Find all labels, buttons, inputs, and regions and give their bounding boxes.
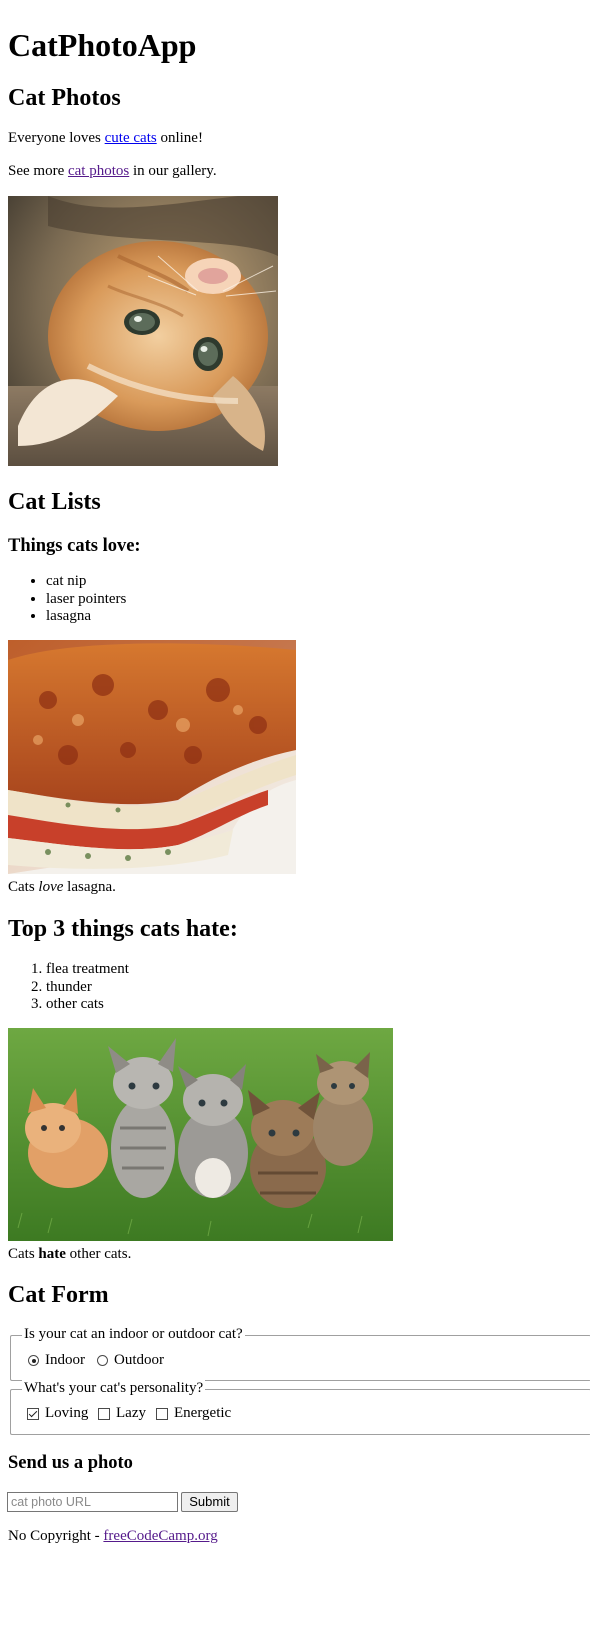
lasagna-caption: Cats love lasagna. — [8, 878, 116, 896]
lazy-checkbox-option[interactable]: Lazy — [98, 1405, 146, 1422]
things-cats-hate-heading: Top 3 things cats hate: — [8, 916, 238, 942]
loving-checkbox[interactable] — [27, 1407, 39, 1420]
intro-text-after: online! — [156, 130, 203, 146]
lazy-label: Lazy — [116, 1405, 146, 1421]
hate-list-item: flea treatment — [46, 961, 129, 979]
cat-photos-link[interactable]: cat photos — [68, 163, 129, 179]
lasagna-caption-before: Cats — [8, 879, 39, 895]
lasagna-image — [8, 640, 296, 874]
indoor-radio[interactable] — [28, 1355, 39, 1366]
kittens-caption-strong: hate — [38, 1246, 66, 1262]
kittens-image-graphic — [8, 1028, 393, 1241]
outdoor-label: Outdoor — [114, 1352, 164, 1368]
indoor-radio-option[interactable]: Indoor — [28, 1352, 85, 1369]
love-list-item: lasagna — [46, 608, 126, 626]
kittens-image — [8, 1028, 393, 1241]
footer-prefix: No Copyright - — [8, 1528, 104, 1544]
kittens-caption-after: other cats. — [65, 1246, 132, 1262]
app-title: CatPhotoApp — [8, 27, 197, 63]
gallery-paragraph: See more cat photos in our gallery. — [8, 162, 217, 180]
indoor-label: Indoor — [45, 1352, 85, 1368]
kittens-caption: Cats hate other cats. — [8, 1245, 131, 1263]
things-cats-love-list: cat nip laser pointers lasagna — [8, 573, 126, 626]
cute-cats-link[interactable]: cute cats — [105, 130, 157, 146]
gallery-text-after: in our gallery. — [129, 163, 217, 179]
love-list-item: cat nip — [46, 573, 126, 591]
personality-legend: What's your cat's personality? — [22, 1380, 206, 1397]
cat-photo-url-input[interactable] — [7, 1492, 178, 1512]
energetic-checkbox-option[interactable]: Energetic — [156, 1405, 231, 1422]
kitten-image-graphic — [8, 196, 278, 466]
cat-photos-heading: Cat Photos — [8, 85, 121, 111]
kitten-image[interactable] — [8, 196, 278, 466]
kittens-caption-before: Cats — [8, 1246, 39, 1262]
lasagna-caption-after: lasagna. — [63, 879, 116, 895]
things-cats-love-heading: Things cats love: — [8, 536, 141, 556]
intro-paragraph: Everyone loves cute cats online! — [8, 129, 203, 147]
submit-button[interactable]: Submit — [181, 1492, 238, 1512]
energetic-label: Energetic — [174, 1405, 232, 1421]
indoor-outdoor-legend: Is your cat an indoor or outdoor cat? — [22, 1326, 245, 1343]
loving-label: Loving — [45, 1405, 89, 1421]
loving-checkbox-option[interactable]: Loving — [27, 1405, 88, 1422]
footer: No Copyright - freeCodeCamp.org — [8, 1527, 218, 1545]
lazy-checkbox[interactable] — [98, 1407, 110, 1420]
gallery-text-before: See more — [8, 163, 68, 179]
send-photo-heading: Send us a photo — [8, 1453, 133, 1473]
energetic-checkbox[interactable] — [156, 1407, 168, 1420]
outdoor-radio[interactable] — [97, 1355, 108, 1366]
cat-lists-heading: Cat Lists — [8, 489, 101, 515]
hate-list-item: thunder — [46, 979, 129, 997]
lasagna-caption-emphasis: love — [38, 879, 64, 895]
things-cats-hate-list: flea treatment thunder other cats — [8, 961, 129, 1014]
freecodecamp-link[interactable]: freeCodeCamp.org — [103, 1528, 217, 1544]
outdoor-radio-option[interactable]: Outdoor — [97, 1352, 164, 1369]
love-list-item: laser pointers — [46, 591, 126, 609]
hate-list-item: other cats — [46, 996, 129, 1014]
cat-form-heading: Cat Form — [8, 1282, 109, 1308]
cat-photo-app-page: CatPhotoApp Cat Photos Everyone loves cu… — [0, 0, 590, 1629]
intro-text-before: Everyone loves — [8, 130, 105, 146]
lasagna-image-graphic — [8, 640, 296, 874]
